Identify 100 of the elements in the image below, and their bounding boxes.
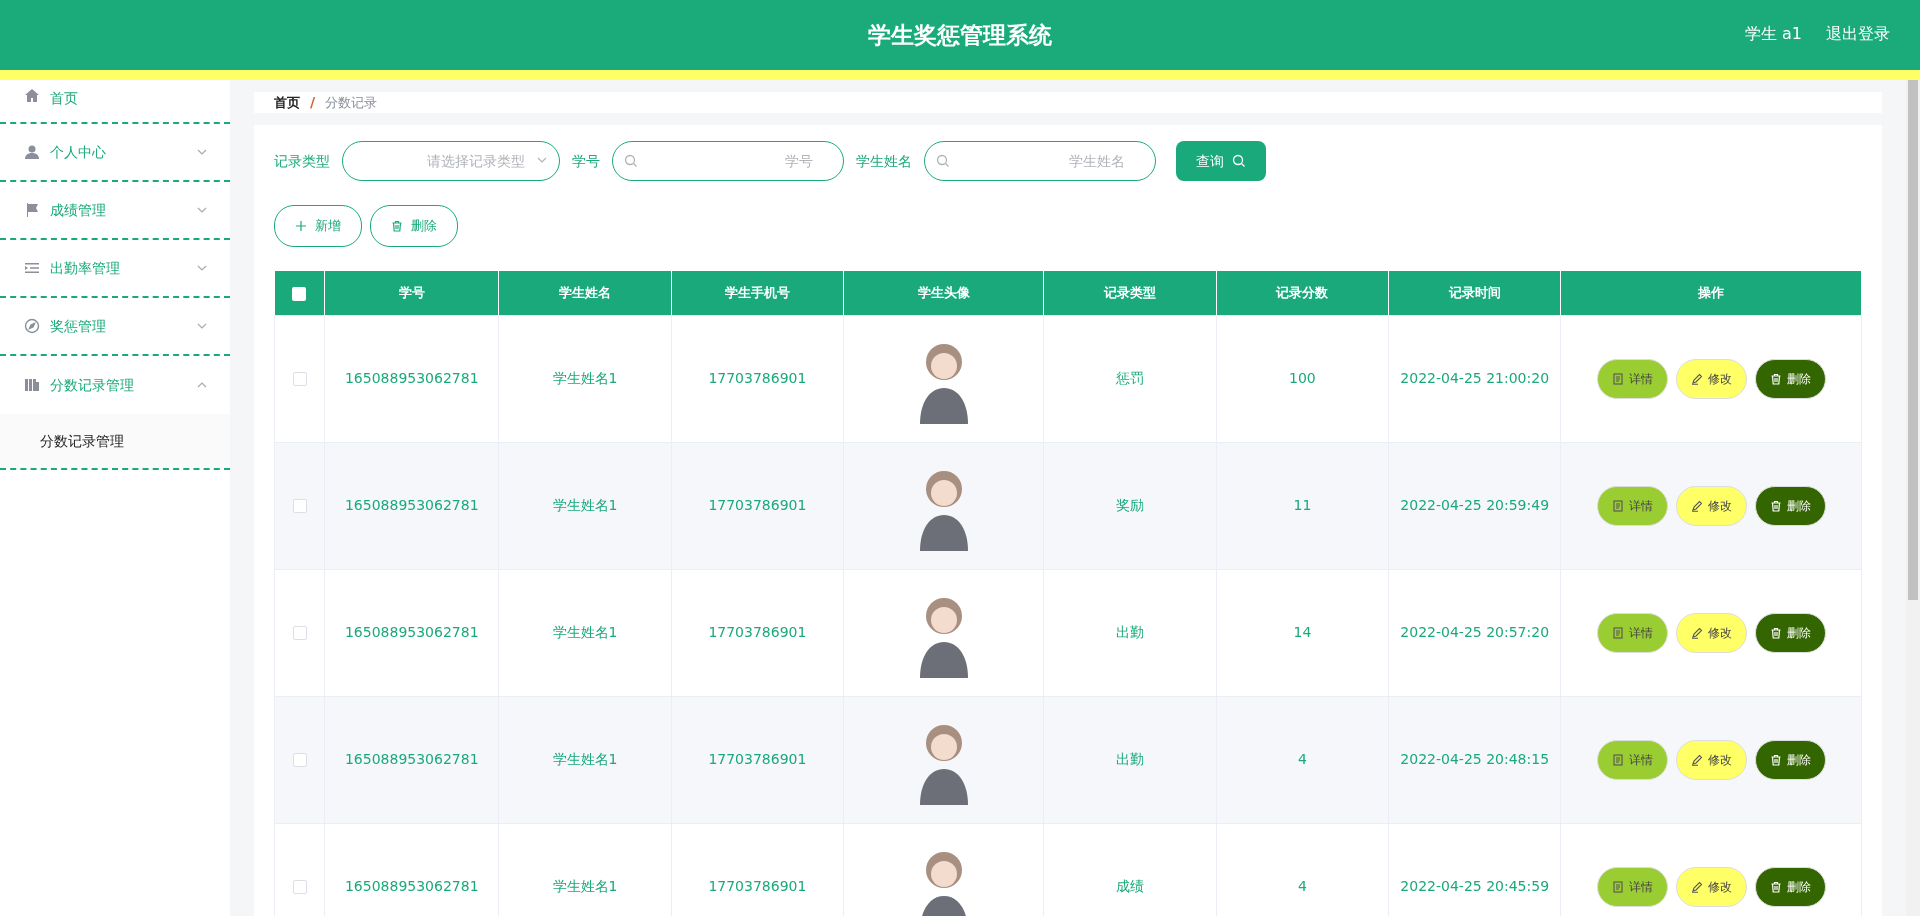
delete-button[interactable]: 删除: [1754, 485, 1826, 526]
sidebar-item[interactable]: 奖惩管理: [0, 298, 230, 356]
table-cell: 成绩: [1116, 878, 1145, 894]
flag-icon: [24, 202, 40, 218]
search-field[interactable]: 学生姓名: [924, 141, 1156, 181]
table-cell: 17703786901: [708, 624, 807, 640]
table-cell: 学生姓名1: [552, 497, 618, 513]
sidebar-item[interactable]: 分数记录管理: [0, 356, 230, 414]
user-icon: [24, 144, 40, 160]
delete-button[interactable]: 删除: [370, 205, 458, 247]
search-field[interactable]: 学号: [612, 141, 844, 181]
column-header: 学生手机号: [724, 285, 790, 300]
submenu-item[interactable]: 分数记录管理: [0, 414, 230, 470]
table-cell: 165088953062781: [344, 624, 479, 640]
compass-icon: [24, 318, 40, 334]
table-cell: 2022-04-25 20:59:49: [1400, 497, 1550, 513]
filter-label: 学号: [572, 151, 600, 171]
table-cell: 2022-04-25 20:57:20: [1400, 624, 1550, 640]
row-checkbox[interactable]: [292, 626, 307, 640]
scrollbar[interactable]: [1906, 80, 1920, 916]
trash-icon: [1769, 499, 1782, 512]
plus-icon: [295, 220, 307, 232]
pencil-icon: [1690, 626, 1703, 639]
table-cell: 17703786901: [708, 497, 807, 513]
edit-button[interactable]: 修改: [1675, 739, 1747, 780]
document-icon: [1611, 372, 1624, 385]
document-icon: [1611, 880, 1624, 893]
column-header: 记录时间: [1448, 285, 1501, 300]
trash-icon: [1769, 626, 1782, 639]
table-cell: 奖励: [1116, 497, 1145, 513]
table-cell: 14: [1293, 624, 1312, 640]
trash-icon: [391, 220, 403, 232]
table-cell: 165088953062781: [344, 497, 479, 513]
pencil-icon: [1690, 753, 1703, 766]
table-cell: 17703786901: [708, 751, 807, 767]
table-cell: 100: [1289, 370, 1316, 386]
table-cell: 17703786901: [708, 370, 807, 386]
table-cell: 出勤: [1116, 751, 1145, 767]
edit-button[interactable]: 修改: [1675, 358, 1747, 399]
delete-button[interactable]: 删除: [1754, 358, 1826, 399]
table-cell: 2022-04-25 20:45:59: [1400, 878, 1550, 894]
edit-button[interactable]: 修改: [1675, 485, 1747, 526]
column-header: 学生姓名: [559, 285, 612, 300]
pencil-icon: [1690, 372, 1703, 385]
bars-icon: [24, 377, 40, 393]
table-cell: 165088953062781: [344, 370, 479, 386]
table-cell: 学生姓名1: [552, 878, 618, 894]
logout-link[interactable]: 退出登录: [1826, 22, 1890, 46]
row-checkbox[interactable]: [292, 499, 307, 513]
search-icon: [936, 154, 950, 168]
table-cell: 17703786901: [708, 878, 807, 894]
table-cell: 学生姓名1: [552, 370, 618, 386]
table-cell: 2022-04-25 20:48:15: [1400, 751, 1550, 767]
pencil-icon: [1690, 499, 1703, 512]
column-header: 记录类型: [1104, 285, 1157, 300]
column-header: 学生头像: [917, 285, 970, 300]
sidebar-item[interactable]: 首页: [0, 80, 230, 124]
row-checkbox[interactable]: [292, 880, 307, 894]
table-cell: 学生姓名1: [552, 624, 618, 640]
select-all-checkbox[interactable]: [292, 286, 307, 301]
pencil-icon: [1690, 880, 1703, 893]
breadcrumb-separator: /: [310, 93, 316, 112]
table-cell: 165088953062781: [344, 878, 479, 894]
table-cell: 165088953062781: [344, 751, 479, 767]
user-name: 学生 a1: [1744, 23, 1802, 45]
details-button[interactable]: 详情: [1596, 358, 1668, 399]
trash-icon: [1769, 753, 1782, 766]
table-cell: 4: [1297, 878, 1307, 894]
trash-icon: [1769, 372, 1782, 385]
table-cell: 11: [1293, 497, 1312, 513]
table-cell: 惩罚: [1116, 370, 1145, 386]
details-button[interactable]: 详情: [1596, 485, 1668, 526]
select-field[interactable]: 请选择记录类型: [342, 141, 560, 181]
table-cell: 2022-04-25 21:00:20: [1400, 370, 1550, 386]
sidebar-item[interactable]: 个人中心: [0, 124, 230, 182]
search-button[interactable]: 查询: [1176, 141, 1266, 181]
details-button[interactable]: 详情: [1596, 866, 1668, 907]
table-cell: 学生姓名1: [552, 751, 618, 767]
breadcrumb-link[interactable]: 首页: [274, 92, 300, 113]
sidebar-item[interactable]: 成绩管理: [0, 182, 230, 240]
table-cell: 4: [1297, 751, 1307, 767]
table-cell: 出勤: [1116, 624, 1145, 640]
row-checkbox[interactable]: [292, 372, 307, 386]
document-icon: [1611, 499, 1624, 512]
column-header: 记录分数: [1276, 285, 1329, 300]
edit-button[interactable]: 修改: [1675, 866, 1747, 907]
delete-button[interactable]: 删除: [1754, 866, 1826, 907]
delete-button[interactable]: 删除: [1754, 739, 1826, 780]
add-button[interactable]: 新增: [274, 205, 362, 247]
column-header: 操作: [1698, 285, 1725, 300]
delete-button[interactable]: 删除: [1754, 612, 1826, 653]
details-button[interactable]: 详情: [1596, 739, 1668, 780]
row-checkbox[interactable]: [292, 753, 307, 767]
details-button[interactable]: 详情: [1596, 612, 1668, 653]
filter-label: 记录类型: [274, 151, 330, 171]
filter-label: 学生姓名: [856, 151, 912, 171]
document-icon: [1611, 626, 1624, 639]
sidebar-item[interactable]: 出勤率管理: [0, 240, 230, 298]
search-icon: [624, 154, 638, 168]
edit-button[interactable]: 修改: [1675, 612, 1747, 653]
